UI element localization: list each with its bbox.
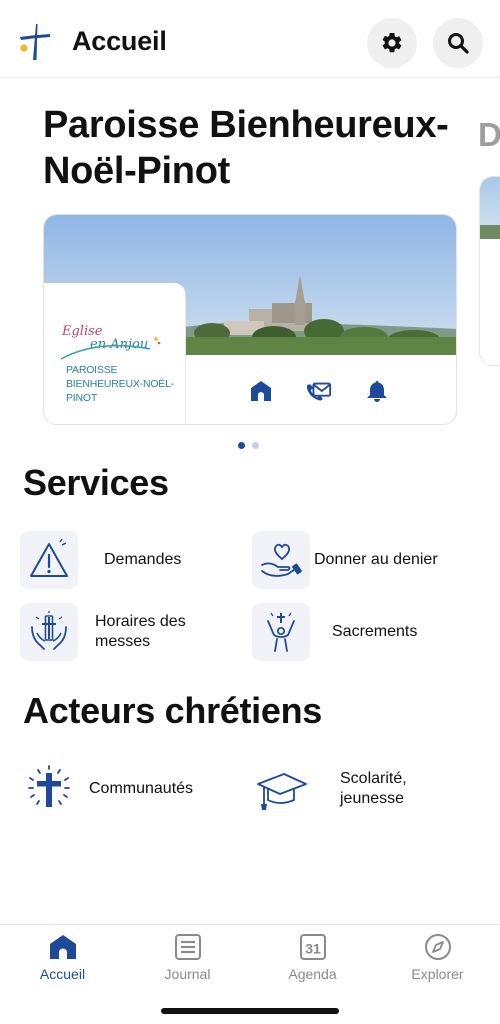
settings-button[interactable] [367, 18, 417, 68]
parish-notifications-button[interactable] [364, 378, 390, 404]
warning-triangle-icon [30, 538, 68, 577]
home-icon [49, 935, 76, 959]
radiant-cross-icon [28, 765, 70, 807]
person-praising-cross-icon [267, 612, 295, 652]
contact-phone-mail-icon [306, 382, 332, 401]
carousel-dot[interactable] [252, 442, 259, 449]
cross-logo-icon [20, 24, 50, 60]
service-sacrements[interactable]: Sacrements [252, 603, 492, 661]
acteurs-chretiens-title: Acteurs chrétiens [23, 690, 323, 731]
heart-in-hand-icon [261, 543, 302, 577]
parish-card[interactable]: Eglise en Anjou PAROISSE BIENHEUREUX-NOË… [43, 214, 457, 425]
services-title: Services [23, 462, 169, 503]
carousel-dot[interactable] [238, 442, 245, 449]
service-tile [20, 603, 78, 661]
parish-contact-button[interactable] [306, 378, 332, 404]
service-tile [252, 603, 310, 661]
service-label: Horaires des messes [95, 613, 186, 650]
app-header: Accueil [0, 0, 500, 78]
tab-accueil[interactable]: Accueil [0, 933, 125, 993]
service-label: Demandes [104, 551, 182, 568]
service-tile [20, 531, 78, 589]
acteur-scolarite-jeunesse[interactable]: Scolarité, jeunesse [252, 760, 492, 818]
bell-icon [367, 380, 387, 402]
tab-explorer[interactable]: Explorer [375, 933, 500, 993]
acteur-label: Communautés [89, 780, 194, 797]
acteur-label: Scolarité, jeunesse [340, 770, 407, 807]
eglise-en-anjou-logo: Eglise en Anjou [60, 324, 161, 360]
search-icon [448, 33, 469, 54]
church-icon [251, 380, 271, 401]
tab-agenda[interactable]: 31 Agenda [250, 933, 375, 993]
graduation-cap-icon [257, 773, 307, 810]
parish-church-button[interactable] [248, 378, 274, 404]
service-donner-au-denier[interactable]: Donner au denier [252, 531, 492, 589]
page-title: Accueil [72, 26, 167, 56]
next-parish-card-peek[interactable] [479, 176, 500, 366]
parish-actions [186, 355, 456, 424]
acteur-communautes[interactable]: Communautés [20, 760, 245, 818]
calendar-icon: 31 [299, 934, 326, 960]
tab-label: Accueil [39, 966, 86, 982]
tab-label: Agenda [288, 966, 337, 982]
compass-icon [424, 934, 451, 960]
tab-label: Explorer [411, 966, 464, 982]
service-tile [252, 531, 310, 589]
parish-title[interactable]: Paroisse Bienheureux-Noël-Pinot [43, 102, 463, 194]
logo-parish-name: PAROISSE BIENHEUREUX-NOËL-PINOT [66, 364, 175, 404]
svg-text:31: 31 [305, 941, 321, 957]
acteur-icon-wrap [20, 760, 78, 818]
home-indicator[interactable] [161, 1008, 339, 1014]
next-parish-title-peek[interactable]: D [478, 116, 500, 154]
parish-logo: Eglise en Anjou PAROISSE BIENHEUREUX-NOË… [44, 283, 186, 424]
service-horaires-des-messes[interactable]: Horaires des messes [20, 603, 245, 661]
service-demandes[interactable]: Demandes [20, 531, 245, 589]
search-button[interactable] [433, 18, 483, 68]
svg-text:en Anjou: en Anjou [90, 337, 148, 352]
service-label: Sacrements [332, 623, 418, 640]
tab-label: Journal [164, 966, 211, 982]
newspaper-icon [174, 934, 201, 960]
tab-journal[interactable]: Journal [125, 933, 250, 993]
service-label: Donner au denier [314, 551, 438, 568]
acteur-icon-wrap [252, 760, 310, 818]
carousel-pagination [238, 442, 259, 449]
cross-in-hands-icon [31, 611, 67, 650]
gear-icon [382, 32, 402, 53]
